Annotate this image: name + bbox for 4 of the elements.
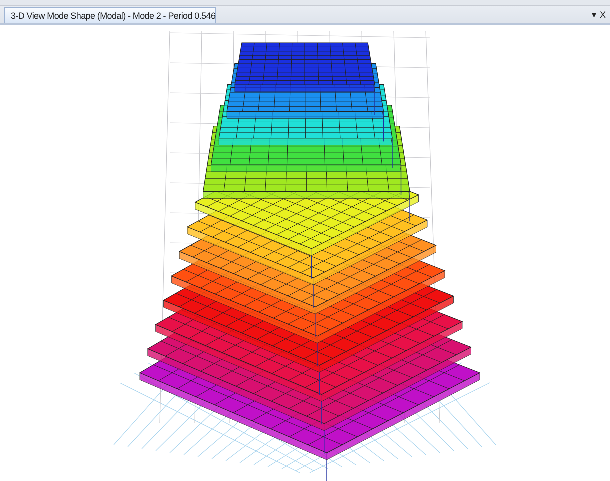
view-tab[interactable]: 3-D View Mode Shape (Modal) - Mode 2 - Period 0.546 (4, 7, 216, 23)
window-control[interactable]: X (600, 10, 606, 20)
window-control[interactable]: ▾ (592, 10, 597, 20)
tab-title: 3-D View Mode Shape (Modal) - Mode 2 - Period 0.546 (11, 10, 216, 20)
